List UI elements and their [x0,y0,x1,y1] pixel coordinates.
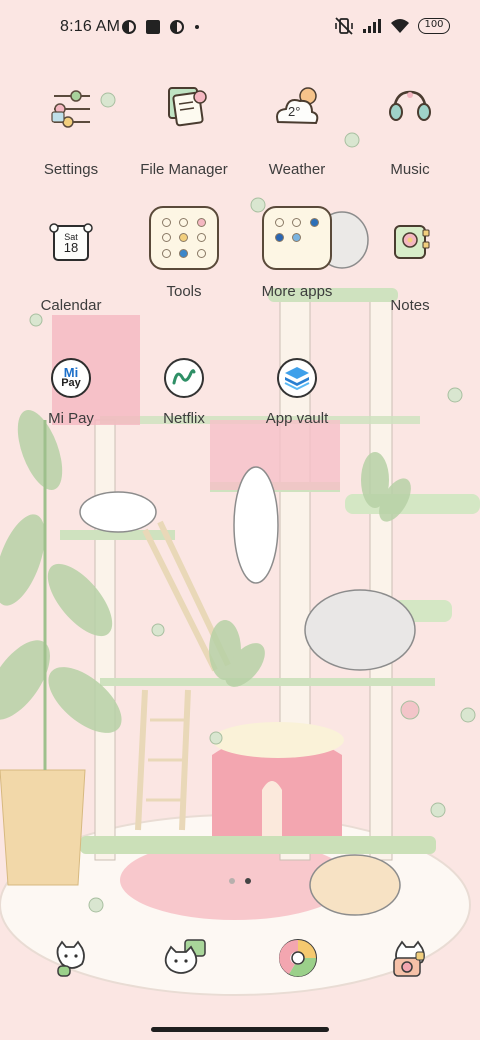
mini-app-icon [275,218,285,228]
folder-more-apps[interactable]: More apps [247,206,347,300]
square-app-icon [146,20,160,34]
phone-cat-icon [56,940,85,977]
page-dot[interactable] [229,878,235,884]
app-label: App vault [265,410,329,427]
app-label: Mi Pay [48,410,94,427]
mini-app-icon [196,248,206,258]
mini-app-icon [162,248,172,258]
mini-app-icon [179,218,189,228]
dock-phone[interactable] [48,934,96,982]
app-music[interactable]: Music [360,82,460,178]
mi-pay-icon: Mi Pay [51,358,91,398]
folder-tools[interactable]: Tools [134,206,234,300]
page-indicator[interactable] [0,878,480,884]
notification-badge-icon [122,20,136,34]
status-bar: 8:16 AM 100 [0,0,480,56]
notes-icon [377,218,443,284]
file-manager-icon [151,82,217,148]
browser-icon [279,939,317,977]
app-label: File Manager [140,161,228,178]
app-label: Netflix [163,410,205,427]
mi-pay-text: Pay [61,377,81,389]
app-mi-pay[interactable]: Mi Pay Mi Pay [21,344,121,427]
vibrate-muted-icon [335,17,353,35]
messages-cat-icon [164,939,206,974]
mini-app-icon [196,233,206,243]
dock-camera[interactable] [386,934,434,982]
app-label: More apps [261,283,333,300]
app-label: Music [390,161,430,178]
calendar-icon: Sat 18 [38,218,104,284]
app-label: Settings [43,161,99,178]
status-time: 8:16 AM [60,18,121,35]
notification-badge-icon [170,20,184,34]
dock-browser[interactable] [274,934,322,982]
mini-app-icon [179,233,189,243]
app-settings[interactable]: Settings [21,82,121,178]
app-netflix[interactable]: Netflix [134,344,234,427]
home-indicator[interactable] [151,1027,329,1032]
weather-temperature: 2° [288,104,301,119]
app-label: Weather [268,161,326,178]
settings-sliders-icon [38,82,104,148]
mini-app-icon [292,233,302,243]
dot-icon [195,25,199,29]
cell-signal-icon [363,19,381,33]
netflix-icon [164,358,204,398]
tools-folder-icon [149,206,219,270]
app-notes[interactable]: Notes [360,218,460,314]
page-dot-active[interactable] [245,878,251,884]
weather-cloud-icon: 2° [264,82,330,148]
app-weather[interactable]: 2° Weather [247,82,347,178]
app-app-vault[interactable]: App vault [247,344,347,427]
mini-app-icon [292,218,302,228]
more-apps-folder-icon [262,206,332,270]
app-label: Calendar [40,297,102,314]
app-label: Tools [166,283,202,300]
app-vault-icon [277,358,317,398]
status-system-icons: 100 [334,17,450,35]
mini-app-icon [196,218,206,228]
status-notification-icons [121,19,201,35]
wifi-icon [391,19,409,33]
app-label: Notes [390,297,430,314]
dock-messages[interactable] [161,934,209,982]
mini-app-icon [309,218,319,228]
calendar-date: 18 [63,240,79,255]
app-file-manager[interactable]: File Manager [134,82,234,178]
mini-app-icon [275,233,285,243]
camera-cat-icon [393,940,425,977]
battery-icon: 100 [418,18,450,34]
mini-app-icon [162,233,172,243]
app-calendar[interactable]: Sat 18 Calendar [21,218,121,314]
mini-app-icon [162,218,172,228]
music-headphones-icon [377,82,443,148]
mini-app-icon [179,248,189,258]
